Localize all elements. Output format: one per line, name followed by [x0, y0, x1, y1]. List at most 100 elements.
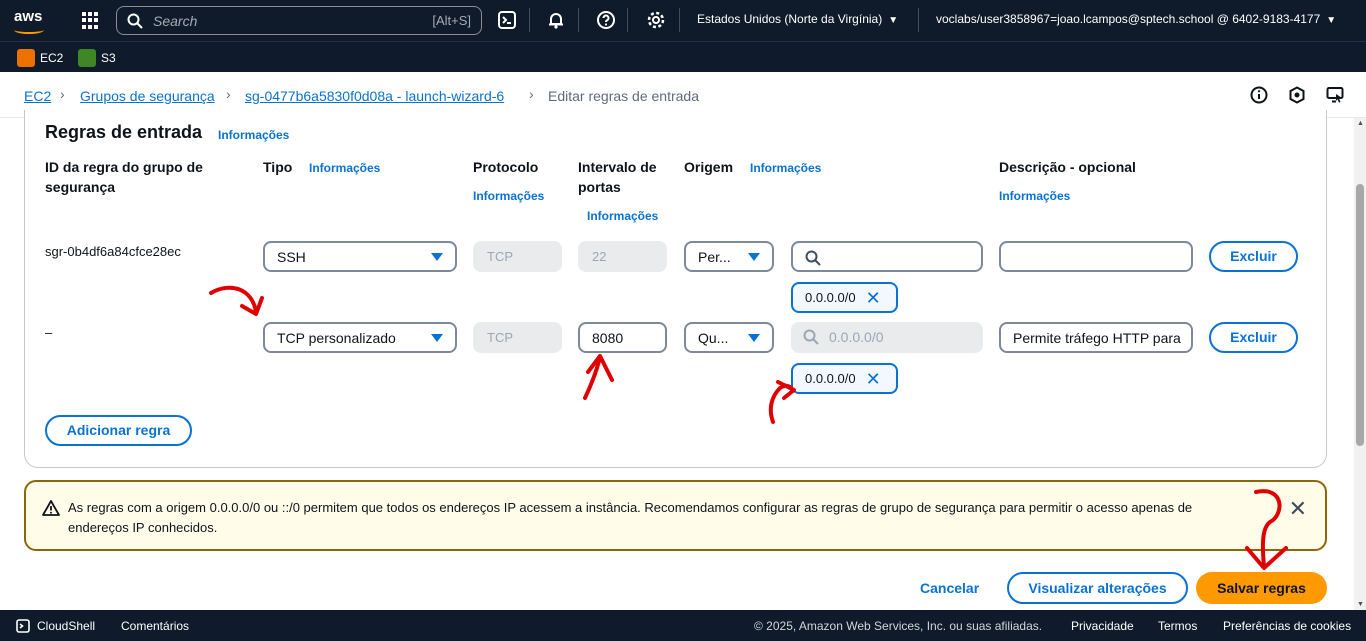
- page-scrollbar[interactable]: ▲ ▼: [1354, 118, 1366, 610]
- footer: CloudShell Comentários © 2025, Amazon We…: [0, 610, 1366, 641]
- info-link[interactable]: Informações: [309, 161, 380, 175]
- favorite-s3[interactable]: S3: [78, 49, 116, 67]
- search-input[interactable]: Search [Alt+S]: [116, 6, 482, 35]
- warning-alert: As regras com a origem 0.0.0.0/0 ou ::/0…: [24, 480, 1327, 551]
- search-placeholder: Search: [153, 13, 198, 29]
- chevron-right-icon: ›: [529, 86, 534, 102]
- source-type-value: Per...: [698, 249, 731, 265]
- port-range-field: 22: [578, 241, 667, 272]
- port-range-input[interactable]: 8080: [578, 322, 667, 353]
- protocol-field: TCP: [473, 241, 562, 272]
- ec2-icon: [17, 49, 35, 67]
- scrollbar-thumb[interactable]: [1356, 184, 1364, 446]
- caret-down-icon: [748, 334, 760, 342]
- services-menu-icon[interactable]: [82, 12, 99, 29]
- top-navigation: aws Search [Alt+S] Estados Unidos (Norte…: [0, 0, 1366, 41]
- delete-rule-button[interactable]: Excluir: [1209, 241, 1298, 272]
- column-protocol: Protocolo: [473, 159, 539, 175]
- preview-changes-button[interactable]: Visualizar alterações: [1007, 572, 1188, 604]
- column-rule-id: ID da regra do grupo de segurança: [45, 159, 203, 195]
- annotation-arrow-save-head: [1245, 546, 1288, 570]
- breadcrumb-security-group[interactable]: sg-0477b6a5830f0d08a - launch-wizard-6: [245, 88, 504, 104]
- token-label: 0.0.0.0/0: [805, 371, 856, 386]
- account-label: voclabs/user3858967=joao.lcampos@sptech.…: [936, 12, 1321, 26]
- info-link[interactable]: Informações: [218, 128, 289, 142]
- footer-cloudshell[interactable]: CloudShell: [37, 619, 95, 633]
- gear-icon[interactable]: [646, 10, 666, 30]
- scroll-up-icon[interactable]: ▲: [1357, 120, 1364, 127]
- column-source: Origem: [684, 159, 734, 175]
- type-select[interactable]: SSH: [263, 241, 457, 272]
- save-rules-button[interactable]: Salvar regras: [1196, 572, 1327, 604]
- add-rule-button[interactable]: Adicionar regra: [45, 415, 192, 446]
- account-menu[interactable]: voclabs/user3858967=joao.lcampos@sptech.…: [936, 12, 1336, 26]
- search-shortcut: [Alt+S]: [432, 13, 471, 28]
- type-value: TCP personalizado: [277, 330, 396, 346]
- info-link[interactable]: Informações: [473, 189, 544, 203]
- chevron-down-icon: ▼: [888, 15, 899, 26]
- favorite-ec2[interactable]: EC2: [17, 49, 63, 67]
- caret-down-icon: [431, 253, 443, 261]
- delete-rule-button[interactable]: Excluir: [1209, 322, 1298, 353]
- remove-token-icon[interactable]: ✕: [866, 370, 881, 388]
- favorite-label: EC2: [40, 51, 64, 65]
- notifications-hex-icon[interactable]: [1288, 86, 1306, 104]
- favorites-bar: EC2 S3: [0, 41, 1366, 72]
- source-cidr-token: 0.0.0.0/0 ✕: [791, 363, 898, 394]
- scroll-down-icon[interactable]: ▼: [1357, 601, 1364, 608]
- search-icon: [805, 250, 821, 266]
- source-type-select[interactable]: Per...: [684, 241, 774, 272]
- warning-message: As regras com a origem 0.0.0.0/0 ou ::/0…: [68, 500, 1193, 535]
- cancel-button[interactable]: Cancelar: [920, 580, 979, 596]
- info-link[interactable]: Informações: [750, 161, 821, 175]
- footer-cookies[interactable]: Preferências de cookies: [1223, 619, 1351, 633]
- token-label: 0.0.0.0/0: [805, 290, 856, 305]
- warning-icon: [42, 500, 60, 516]
- close-icon[interactable]: ✕: [1289, 496, 1307, 522]
- chevron-down-icon: ▼: [1326, 15, 1337, 26]
- description-input[interactable]: [999, 241, 1193, 272]
- cloudshell-icon[interactable]: [497, 10, 517, 30]
- region-label: Estados Unidos (Norte da Virgínia): [697, 12, 883, 26]
- footer-terms[interactable]: Termos: [1158, 619, 1197, 633]
- info-link[interactable]: Informações: [999, 189, 1070, 203]
- search-icon: [127, 13, 143, 29]
- caret-down-icon: [748, 253, 760, 261]
- source-type-select[interactable]: Qu...: [684, 322, 774, 353]
- column-type: Tipo: [263, 159, 293, 175]
- protocol-field: TCP: [473, 322, 562, 353]
- breadcrumb-current: Editar regras de entrada: [548, 88, 699, 104]
- info-circle-icon[interactable]: [1250, 86, 1268, 104]
- type-select[interactable]: TCP personalizado: [263, 322, 457, 353]
- favorite-label: S3: [101, 51, 116, 65]
- breadcrumb-ec2[interactable]: EC2: [24, 88, 51, 104]
- footer-feedback[interactable]: Comentários: [121, 619, 189, 633]
- info-link[interactable]: Informações: [587, 209, 658, 223]
- source-type-value: Qu...: [698, 330, 729, 346]
- region-selector[interactable]: Estados Unidos (Norte da Virgínia) ▼: [697, 12, 898, 26]
- help-icon[interactable]: [596, 10, 616, 30]
- breadcrumb-security-groups[interactable]: Grupos de segurança: [80, 88, 215, 104]
- source-search-value: 0.0.0.0/0: [829, 329, 884, 345]
- remove-token-icon[interactable]: ✕: [866, 289, 881, 307]
- caret-down-icon: [431, 334, 443, 342]
- cloudshell-icon: [16, 619, 30, 633]
- s3-icon: [78, 49, 96, 67]
- rule-id: sgr-0b4df6a84cfce28ec: [45, 244, 181, 259]
- chevron-right-icon: ›: [226, 86, 231, 102]
- aws-logo[interactable]: aws: [14, 8, 44, 34]
- screen-cursor-icon[interactable]: [1326, 86, 1344, 104]
- chevron-right-icon: ›: [60, 86, 65, 102]
- footer-privacy[interactable]: Privacidade: [1071, 619, 1134, 633]
- column-port-range: Intervalo de portas: [578, 159, 657, 195]
- column-description: Descrição - opcional: [999, 159, 1136, 175]
- rule-id: –: [45, 325, 53, 340]
- bell-icon[interactable]: [546, 10, 566, 30]
- description-input[interactable]: Permite tráfego HTTP para: [999, 322, 1193, 353]
- footer-copyright: © 2025, Amazon Web Services, Inc. ou sua…: [754, 619, 1043, 633]
- source-cidr-token: 0.0.0.0/0 ✕: [791, 282, 898, 313]
- search-icon: [803, 329, 819, 345]
- type-value: SSH: [277, 249, 306, 265]
- source-cidr-search: 0.0.0.0/0: [791, 322, 983, 353]
- source-cidr-search[interactable]: [791, 241, 983, 272]
